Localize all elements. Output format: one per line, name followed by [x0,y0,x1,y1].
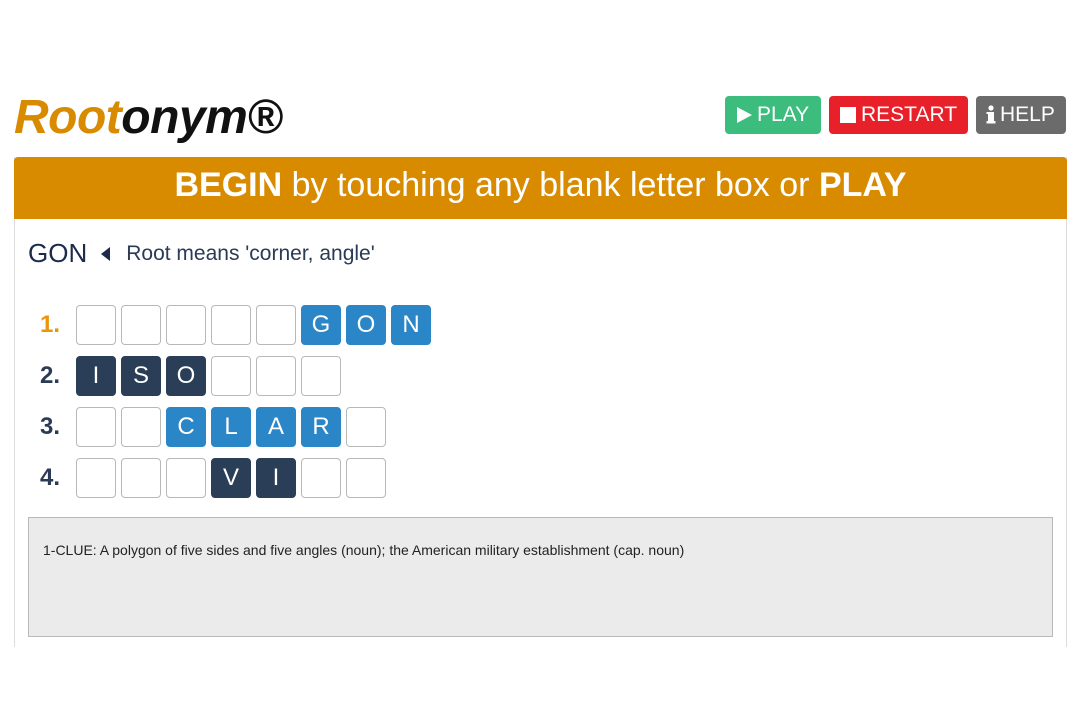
letter-box[interactable]: G [301,305,341,345]
word-row: 3. C L A R [40,406,436,448]
row-number: 3. [40,413,61,440]
letter-box[interactable] [346,407,386,447]
banner-play: PLAY [818,166,907,204]
letter-box[interactable] [121,305,161,345]
word-row: 4. V I [40,457,436,499]
letter-box[interactable] [76,407,116,447]
banner-text: by touching any blank letter box or [282,166,819,204]
toolbar: PLAY RESTART HELP [725,96,1066,134]
letter-box[interactable] [301,356,341,396]
letter-box[interactable]: V [211,458,251,498]
logo-part-root: Root [14,91,122,144]
letter-box[interactable]: S [121,356,161,396]
restart-button[interactable]: RESTART [829,96,968,134]
play-button[interactable]: PLAY [725,96,821,134]
letter-box[interactable] [166,458,206,498]
play-icon [735,106,753,124]
letter-box[interactable] [211,305,251,345]
letter-box[interactable] [256,305,296,345]
root-meaning: Root means 'corner, angle' [126,241,375,265]
word-row: 2. I S O [40,355,436,397]
root-word: GON [28,238,88,268]
letter-box[interactable]: C [166,407,206,447]
letter-box[interactable] [211,356,251,396]
banner-begin: BEGIN [174,166,283,204]
help-label: HELP [1000,103,1055,126]
letter-box[interactable] [121,407,161,447]
letter-box[interactable]: A [256,407,296,447]
letter-box[interactable]: O [166,356,206,396]
letter-box[interactable]: L [211,407,251,447]
row-number: 1. [40,311,61,338]
letter-box[interactable]: O [346,305,386,345]
letter-box[interactable] [256,356,296,396]
instruction-banner: BEGIN by touching any blank letter box o… [14,157,1067,219]
root-info: GON Root means 'corner, angle' [28,238,375,269]
caret-left-icon[interactable] [101,246,111,261]
stop-icon [839,106,857,124]
info-icon [986,105,996,125]
letter-box[interactable]: R [301,407,341,447]
letter-box[interactable] [76,458,116,498]
letter-box[interactable] [301,458,341,498]
row-number: 2. [40,362,61,389]
play-label: PLAY [757,103,810,126]
letter-box[interactable]: I [76,356,116,396]
clue-box: 1-CLUE: A polygon of five sides and five… [28,517,1053,637]
letter-box[interactable]: N [391,305,431,345]
letter-box[interactable]: I [256,458,296,498]
help-button[interactable]: HELP [976,96,1066,134]
logo-part-onym: onym® [121,91,283,144]
word-grid: 1. G O N 2. I S O 3. C L A R 4. V I [40,304,436,508]
letter-box[interactable] [121,458,161,498]
restart-label: RESTART [861,103,958,126]
clue-text: 1-CLUE: A polygon of five sides and five… [43,542,685,558]
row-number: 4. [40,464,61,491]
letter-box[interactable] [346,458,386,498]
app-logo: Rootonym® [14,88,283,148]
word-row: 1. G O N [40,304,436,346]
letter-box[interactable] [76,305,116,345]
letter-box[interactable] [166,305,206,345]
